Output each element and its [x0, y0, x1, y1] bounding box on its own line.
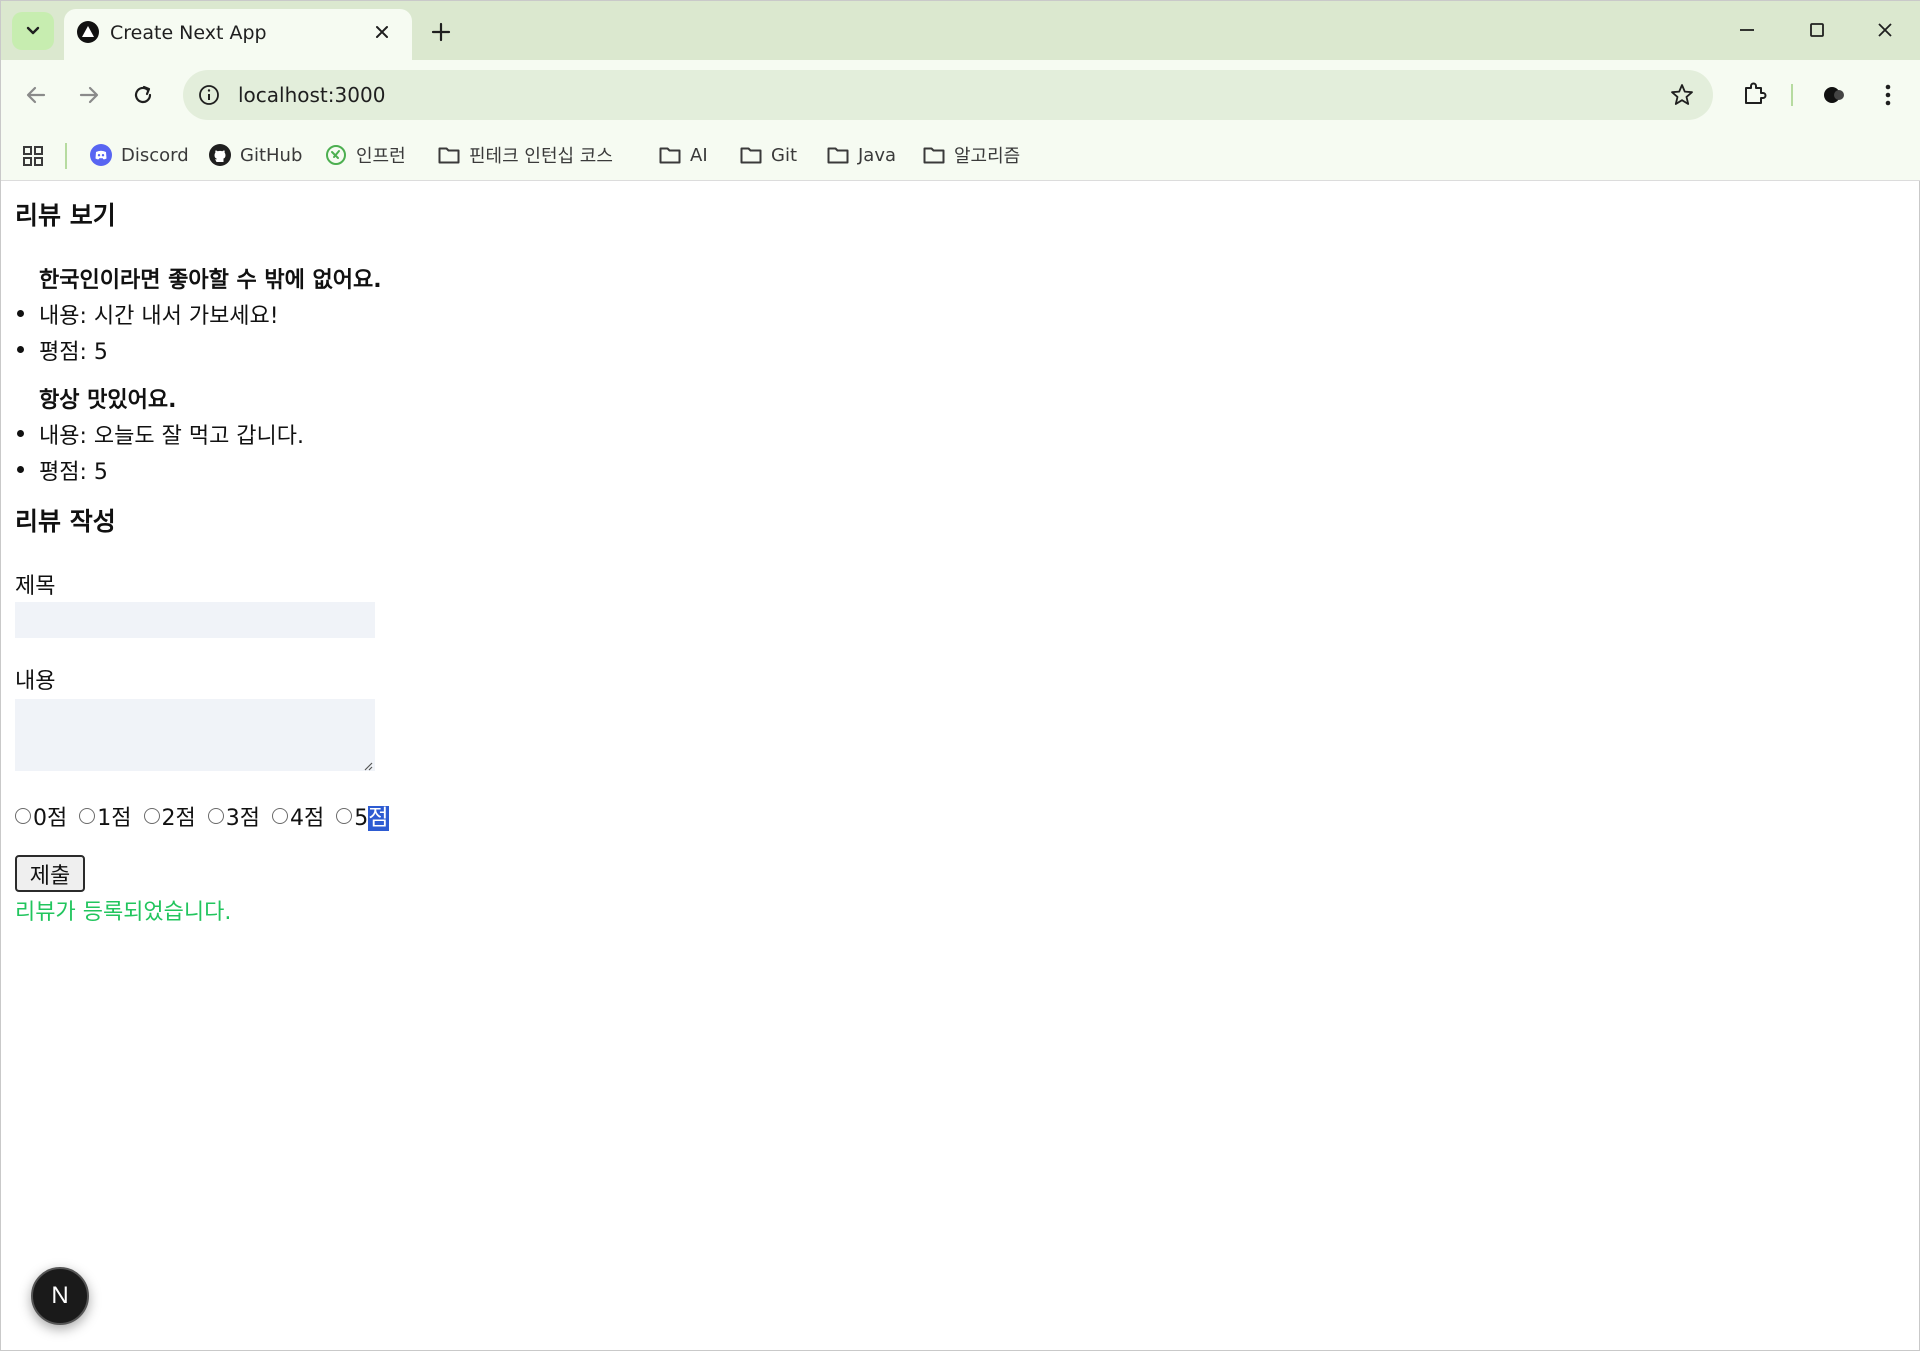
bookmark-folder-java[interactable]: Java: [826, 139, 896, 171]
tab-title: Create Next App: [110, 22, 267, 44]
folder-icon: [659, 147, 681, 164]
bookmark-folder-fintech[interactable]: 핀테크 인턴십 코스: [437, 139, 613, 171]
review-content: 내용: 시간 내서 가보세요!: [17, 298, 279, 330]
discord-icon: [90, 144, 112, 166]
nextjs-dev-indicator[interactable]: N: [31, 1267, 89, 1325]
browser-window: Create Next App localhost:3000 Discord G…: [0, 0, 1920, 1351]
title-label: 제목: [15, 574, 56, 599]
radio-button[interactable]: [143, 808, 160, 824]
forward-arrow-icon[interactable]: [73, 79, 105, 111]
minimize-icon[interactable]: [1733, 16, 1761, 44]
review-rating: 평점: 5: [17, 334, 108, 366]
radio-button[interactable]: [336, 808, 353, 824]
bookmark-folder-algorithm[interactable]: 알고리즘: [922, 139, 1020, 171]
chevron-down-icon: [26, 26, 40, 35]
bookmark-label: 핀테크 인턴십 코스: [469, 146, 613, 167]
bookmark-star-icon[interactable]: [1669, 82, 1695, 108]
bookmark-folder-ai[interactable]: AI: [658, 139, 708, 171]
rating-option-label: 3점: [225, 806, 260, 831]
content-label: 내용: [15, 669, 56, 694]
bookmark-label: 알고리즘: [954, 146, 1021, 167]
site-info-icon[interactable]: [197, 83, 221, 107]
apps-grid-icon[interactable]: [21, 144, 45, 168]
reviews-heading: 리뷰 보기: [15, 201, 116, 230]
rating-option-label: 1점: [97, 806, 132, 831]
bookmarks-bar: Discord GitHub 인프런 핀테크 인턴십 코스 AI Git Jav…: [1, 130, 1920, 181]
rating-option-label: 0점: [33, 806, 68, 831]
inflearn-icon: [326, 145, 346, 165]
radio-button[interactable]: [207, 808, 224, 824]
radio-button[interactable]: [79, 808, 96, 824]
rating-radio-group: 0점 1점 2점 3점 4점 5점: [15, 799, 401, 833]
radio-button[interactable]: [272, 808, 288, 824]
rating-option-4[interactable]: 4점: [272, 800, 324, 832]
rating-option-1[interactable]: 1점: [79, 800, 132, 832]
title-input[interactable]: [15, 602, 375, 638]
bookmark-github[interactable]: GitHub: [208, 139, 302, 171]
rating-option-0[interactable]: 0점: [15, 800, 67, 832]
rating-option-3[interactable]: 3점: [207, 800, 260, 832]
bookmark-discord[interactable]: Discord: [89, 139, 189, 171]
toolbar-divider: [1791, 84, 1793, 106]
rating-option-2[interactable]: 2점: [143, 800, 196, 832]
rating-option-5[interactable]: 5점: [336, 800, 389, 832]
back-arrow-icon[interactable]: [20, 79, 52, 111]
github-icon: [209, 144, 231, 166]
tab-strip: Create Next App: [1, 1, 1920, 60]
text-selection-highlight: 점: [368, 806, 389, 831]
active-tab[interactable]: Create Next App: [64, 9, 412, 60]
review-title: 한국인이라면 좋아할 수 밖에 없어요.: [39, 268, 382, 293]
bookmark-label: GitHub: [240, 144, 303, 166]
maximize-icon[interactable]: [1803, 16, 1831, 44]
new-tab-icon[interactable]: [427, 18, 455, 46]
review-content: 내용: 오늘도 잘 먹고 갑니다.: [16, 418, 304, 450]
folder-icon: [740, 147, 762, 164]
nextjs-favicon-icon: [77, 21, 99, 43]
folder-icon: [923, 147, 945, 164]
content-textarea[interactable]: [15, 699, 375, 771]
profile-avatar-icon[interactable]: [1819, 81, 1847, 109]
close-tab-icon[interactable]: [370, 20, 394, 44]
bookmark-folder-git[interactable]: Git: [739, 139, 797, 171]
bookmark-label: AI: [690, 144, 708, 166]
page-content: 리뷰 보기 한국인이라면 좋아할 수 밖에 없어요. 내용: 시간 내서 가보세…: [1, 182, 1919, 1350]
resize-handle-icon[interactable]: [361, 759, 373, 771]
bookmark-inflearn[interactable]: 인프런: [324, 139, 406, 171]
review-rating: 평점: 5: [17, 454, 108, 486]
rating-option-label: 4점: [290, 806, 325, 831]
rating-option-label: 2점: [161, 806, 196, 831]
bookmark-label: 인프런: [356, 146, 406, 167]
bookmark-label: Java: [858, 144, 897, 166]
bookmark-label: Git: [771, 144, 798, 166]
nextjs-logo-letter: N: [51, 1282, 69, 1309]
success-message: 리뷰가 등록되었습니다.: [15, 900, 232, 925]
tab-search-button[interactable]: [12, 12, 54, 50]
bookmarks-separator: [65, 143, 67, 169]
reload-icon[interactable]: [127, 79, 159, 111]
browser-toolbar: localhost:3000: [1, 60, 1920, 130]
more-menu-icon[interactable]: [1874, 80, 1902, 110]
write-review-heading: 리뷰 작성: [15, 507, 116, 536]
folder-icon: [438, 147, 460, 164]
review-title: 항상 맛있어요.: [39, 388, 177, 413]
url-text[interactable]: localhost:3000: [238, 83, 385, 107]
rating-option-label: 5점: [354, 806, 389, 831]
bookmark-label: Discord: [121, 144, 189, 166]
extensions-puzzle-icon[interactable]: [1740, 79, 1770, 109]
radio-button[interactable]: [15, 808, 31, 824]
submit-button[interactable]: 제출: [15, 855, 85, 892]
close-window-icon[interactable]: [1871, 16, 1899, 44]
folder-icon: [827, 147, 849, 164]
address-bar[interactable]: localhost:3000: [183, 70, 1713, 120]
